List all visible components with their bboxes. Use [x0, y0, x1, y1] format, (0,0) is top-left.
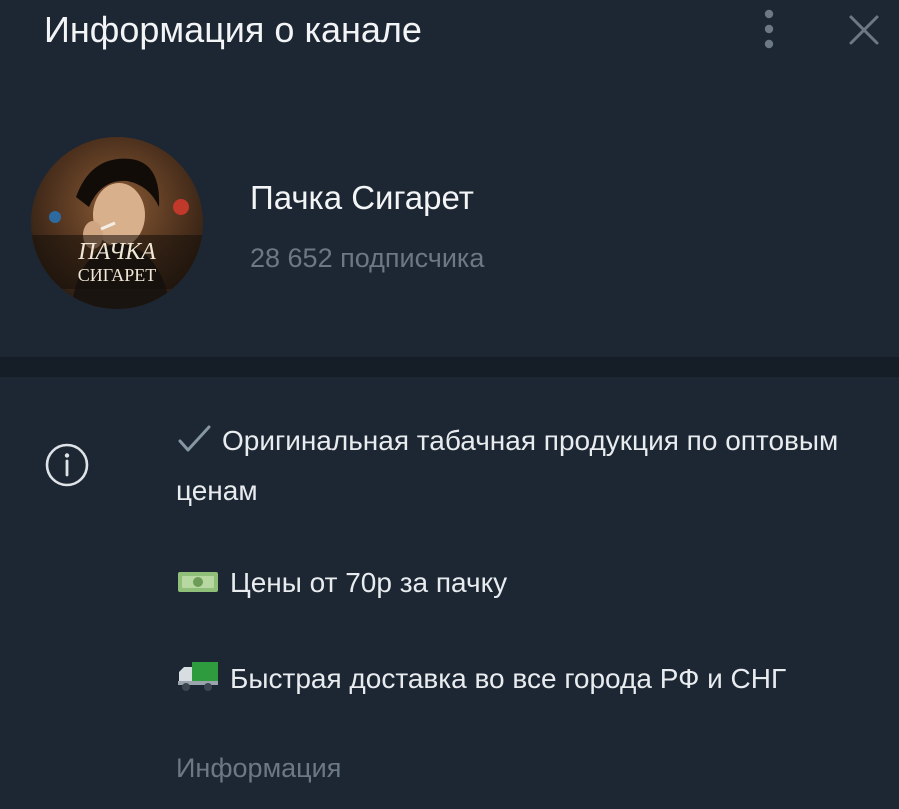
more-options-button[interactable]	[748, 4, 790, 50]
channel-info-panel: Информация о канале ПАЧКА СИГАРЕТ Пачка …	[0, 0, 899, 809]
description-line-2: Цены от 70р за пачку	[176, 560, 866, 610]
header: Информация о канале	[0, 0, 899, 90]
info-icon	[42, 440, 92, 490]
money-icon	[176, 564, 220, 610]
close-icon	[849, 15, 879, 45]
description-text-3: Быстрая доставка во все города РФ и СНГ	[230, 663, 787, 694]
section-divider	[0, 357, 899, 377]
subscriber-count: 28 652 подписчика	[250, 243, 485, 273]
avatar-title-line2: СИГАРЕТ	[78, 265, 156, 285]
description-line-3: Быстрая доставка во все города РФ и СНГ	[176, 656, 866, 706]
close-button[interactable]	[840, 6, 886, 52]
more-vertical-icon	[764, 9, 774, 49]
description-text-2: Цены от 70р за пачку	[230, 567, 508, 598]
channel-name: Пачка Сигарет	[250, 179, 474, 216]
description-text-1: Оригинальная табачная продукция по оптов…	[176, 425, 839, 506]
info-label: Информация	[176, 753, 342, 783]
avatar-image: ПАЧКА СИГАРЕТ	[31, 137, 203, 309]
truck-icon	[176, 660, 220, 706]
check-mark-icon	[176, 422, 212, 468]
page-title: Информация о канале	[44, 9, 422, 50]
channel-description: Оригинальная табачная продукция по оптов…	[176, 418, 866, 706]
avatar-title-line1: ПАЧКА	[77, 239, 156, 265]
description-line-1: Оригинальная табачная продукция по оптов…	[176, 418, 866, 514]
channel-avatar[interactable]: ПАЧКА СИГАРЕТ	[31, 137, 203, 309]
